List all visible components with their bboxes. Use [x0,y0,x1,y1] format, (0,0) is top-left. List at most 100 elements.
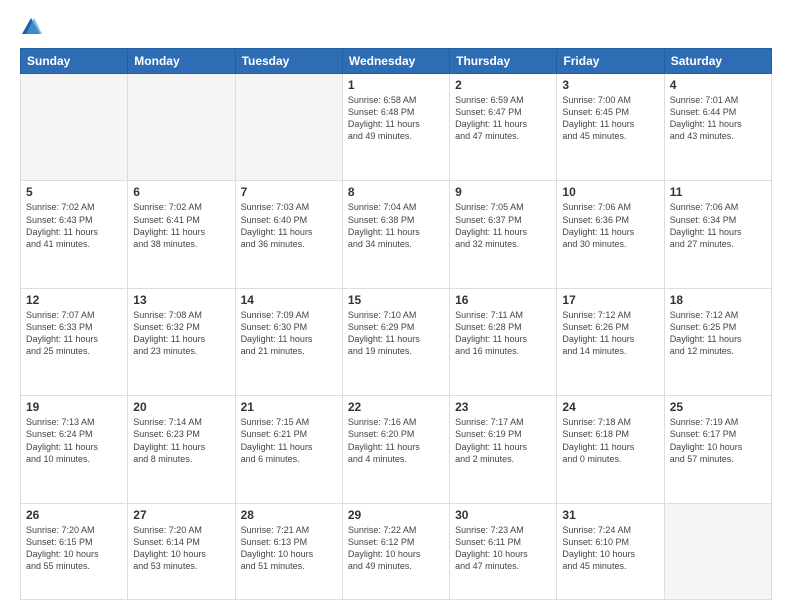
calendar-cell [664,503,771,599]
day-number: 19 [26,400,122,414]
day-info: Sunrise: 7:14 AM Sunset: 6:23 PM Dayligh… [133,416,229,465]
calendar-header-monday: Monday [128,49,235,74]
day-number: 29 [348,508,444,522]
calendar-week-1: 1 Sunrise: 6:58 AM Sunset: 6:48 PM Daylig… [21,74,772,181]
day-info: Sunrise: 6:58 AM Sunset: 6:48 PM Dayligh… [348,94,444,143]
day-info: Sunrise: 7:18 AM Sunset: 6:18 PM Dayligh… [562,416,658,465]
calendar-cell: 11 Sunrise: 7:06 AM Sunset: 6:34 PM Dayli… [664,181,771,288]
calendar-cell: 21 Sunrise: 7:15 AM Sunset: 6:21 PM Dayli… [235,396,342,503]
day-number: 6 [133,185,229,199]
day-info: Sunrise: 7:24 AM Sunset: 6:10 PM Dayligh… [562,524,658,573]
calendar-week-4: 19 Sunrise: 7:13 AM Sunset: 6:24 PM Dayli… [21,396,772,503]
day-number: 30 [455,508,551,522]
calendar-cell: 16Sunrise: 7:11 AM Sunset: 6:28 PM Dayli… [450,288,557,395]
day-number: 5 [26,185,122,199]
day-info: Sunrise: 7:02 AM Sunset: 6:41 PM Dayligh… [133,201,229,250]
day-number: 31 [562,508,658,522]
day-info: Sunrise: 7:05 AM Sunset: 6:37 PM Dayligh… [455,201,551,250]
day-number: 7 [241,185,337,199]
calendar-header-sunday: Sunday [21,49,128,74]
day-number: 28 [241,508,337,522]
calendar-cell: 5 Sunrise: 7:02 AM Sunset: 6:43 PM Daylig… [21,181,128,288]
calendar-cell: 4 Sunrise: 7:01 AM Sunset: 6:44 PM Daylig… [664,74,771,181]
day-number: 24 [562,400,658,414]
calendar-header-saturday: Saturday [664,49,771,74]
calendar-cell: 25Sunrise: 7:19 AM Sunset: 6:17 PM Dayli… [664,396,771,503]
calendar-cell: 23 Sunrise: 7:17 AM Sunset: 6:19 PM Dayli… [450,396,557,503]
day-number: 27 [133,508,229,522]
calendar-cell: 29 Sunrise: 7:22 AM Sunset: 6:12 PM Dayli… [342,503,449,599]
calendar-cell: 7 Sunrise: 7:03 AM Sunset: 6:40 PM Daylig… [235,181,342,288]
day-number: 22 [348,400,444,414]
logo [20,16,46,38]
calendar-cell: 10 Sunrise: 7:06 AM Sunset: 6:36 PM Dayli… [557,181,664,288]
day-number: 18 [670,293,766,307]
day-number: 20 [133,400,229,414]
logo-icon [20,16,42,38]
calendar-cell: 30 Sunrise: 7:23 AM Sunset: 6:11 PM Dayli… [450,503,557,599]
calendar-cell: 8 Sunrise: 7:04 AM Sunset: 6:38 PM Daylig… [342,181,449,288]
calendar-cell: 27 Sunrise: 7:20 AM Sunset: 6:14 PM Dayli… [128,503,235,599]
day-info: Sunrise: 7:06 AM Sunset: 6:36 PM Dayligh… [562,201,658,250]
day-info: Sunrise: 7:10 AM Sunset: 6:29 PM Dayligh… [348,309,444,358]
day-number: 10 [562,185,658,199]
header [20,16,772,38]
calendar-cell: 14Sunrise: 7:09 AM Sunset: 6:30 PM Dayli… [235,288,342,395]
calendar-cell [128,74,235,181]
calendar-week-5: 26 Sunrise: 7:20 AM Sunset: 6:15 PM Dayli… [21,503,772,599]
day-info: Sunrise: 7:04 AM Sunset: 6:38 PM Dayligh… [348,201,444,250]
day-number: 2 [455,78,551,92]
day-info: Sunrise: 7:16 AM Sunset: 6:20 PM Dayligh… [348,416,444,465]
calendar-cell: 1 Sunrise: 6:58 AM Sunset: 6:48 PM Daylig… [342,74,449,181]
day-number: 3 [562,78,658,92]
calendar-cell: 17Sunrise: 7:12 AM Sunset: 6:26 PM Dayli… [557,288,664,395]
calendar-header-thursday: Thursday [450,49,557,74]
calendar-cell: 20 Sunrise: 7:14 AM Sunset: 6:23 PM Dayli… [128,396,235,503]
day-info: Sunrise: 7:20 AM Sunset: 6:15 PM Dayligh… [26,524,122,573]
calendar-cell: 13Sunrise: 7:08 AM Sunset: 6:32 PM Dayli… [128,288,235,395]
calendar-cell: 15 Sunrise: 7:10 AM Sunset: 6:29 PM Dayli… [342,288,449,395]
calendar-cell: 2 Sunrise: 6:59 AM Sunset: 6:47 PM Daylig… [450,74,557,181]
day-info: Sunrise: 7:22 AM Sunset: 6:12 PM Dayligh… [348,524,444,573]
calendar-cell: 18 Sunrise: 7:12 AM Sunset: 6:25 PM Dayli… [664,288,771,395]
day-number: 11 [670,185,766,199]
day-number: 21 [241,400,337,414]
day-info: Sunrise: 7:03 AM Sunset: 6:40 PM Dayligh… [241,201,337,250]
day-number: 8 [348,185,444,199]
day-info: Sunrise: 7:21 AM Sunset: 6:13 PM Dayligh… [241,524,337,573]
calendar-cell: 28 Sunrise: 7:21 AM Sunset: 6:13 PM Dayli… [235,503,342,599]
page: SundayMondayTuesdayWednesdayThursdayFrid… [0,0,792,612]
day-number: 26 [26,508,122,522]
day-info: Sunrise: 7:02 AM Sunset: 6:43 PM Dayligh… [26,201,122,250]
day-number: 12 [26,293,122,307]
day-number: 16 [455,293,551,307]
calendar-week-2: 5 Sunrise: 7:02 AM Sunset: 6:43 PM Daylig… [21,181,772,288]
calendar-cell: 9 Sunrise: 7:05 AM Sunset: 6:37 PM Daylig… [450,181,557,288]
day-info: Sunrise: 7:07 AM Sunset: 6:33 PM Dayligh… [26,309,122,358]
calendar-cell: 3Sunrise: 7:00 AM Sunset: 6:45 PM Daylig… [557,74,664,181]
calendar-cell: 26 Sunrise: 7:20 AM Sunset: 6:15 PM Dayli… [21,503,128,599]
day-info: Sunrise: 6:59 AM Sunset: 6:47 PM Dayligh… [455,94,551,143]
calendar-cell: 12 Sunrise: 7:07 AM Sunset: 6:33 PM Dayli… [21,288,128,395]
day-info: Sunrise: 7:15 AM Sunset: 6:21 PM Dayligh… [241,416,337,465]
day-number: 9 [455,185,551,199]
day-number: 1 [348,78,444,92]
day-info: Sunrise: 7:06 AM Sunset: 6:34 PM Dayligh… [670,201,766,250]
day-info: Sunrise: 7:20 AM Sunset: 6:14 PM Dayligh… [133,524,229,573]
day-number: 23 [455,400,551,414]
calendar-cell: 6 Sunrise: 7:02 AM Sunset: 6:41 PM Daylig… [128,181,235,288]
calendar-cell: 22 Sunrise: 7:16 AM Sunset: 6:20 PM Dayli… [342,396,449,503]
day-info: Sunrise: 7:13 AM Sunset: 6:24 PM Dayligh… [26,416,122,465]
day-number: 25 [670,400,766,414]
calendar-cell [21,74,128,181]
day-info: Sunrise: 7:01 AM Sunset: 6:44 PM Dayligh… [670,94,766,143]
calendar-header-row: SundayMondayTuesdayWednesdayThursdayFrid… [21,49,772,74]
day-info: Sunrise: 7:23 AM Sunset: 6:11 PM Dayligh… [455,524,551,573]
day-info: Sunrise: 7:17 AM Sunset: 6:19 PM Dayligh… [455,416,551,465]
calendar-header-friday: Friday [557,49,664,74]
day-number: 15 [348,293,444,307]
day-number: 4 [670,78,766,92]
day-info: Sunrise: 7:12 AM Sunset: 6:25 PM Dayligh… [670,309,766,358]
day-info: Sunrise: 7:09 AM Sunset: 6:30 PM Dayligh… [241,309,337,358]
calendar-cell: 31 Sunrise: 7:24 AM Sunset: 6:10 PM Dayli… [557,503,664,599]
